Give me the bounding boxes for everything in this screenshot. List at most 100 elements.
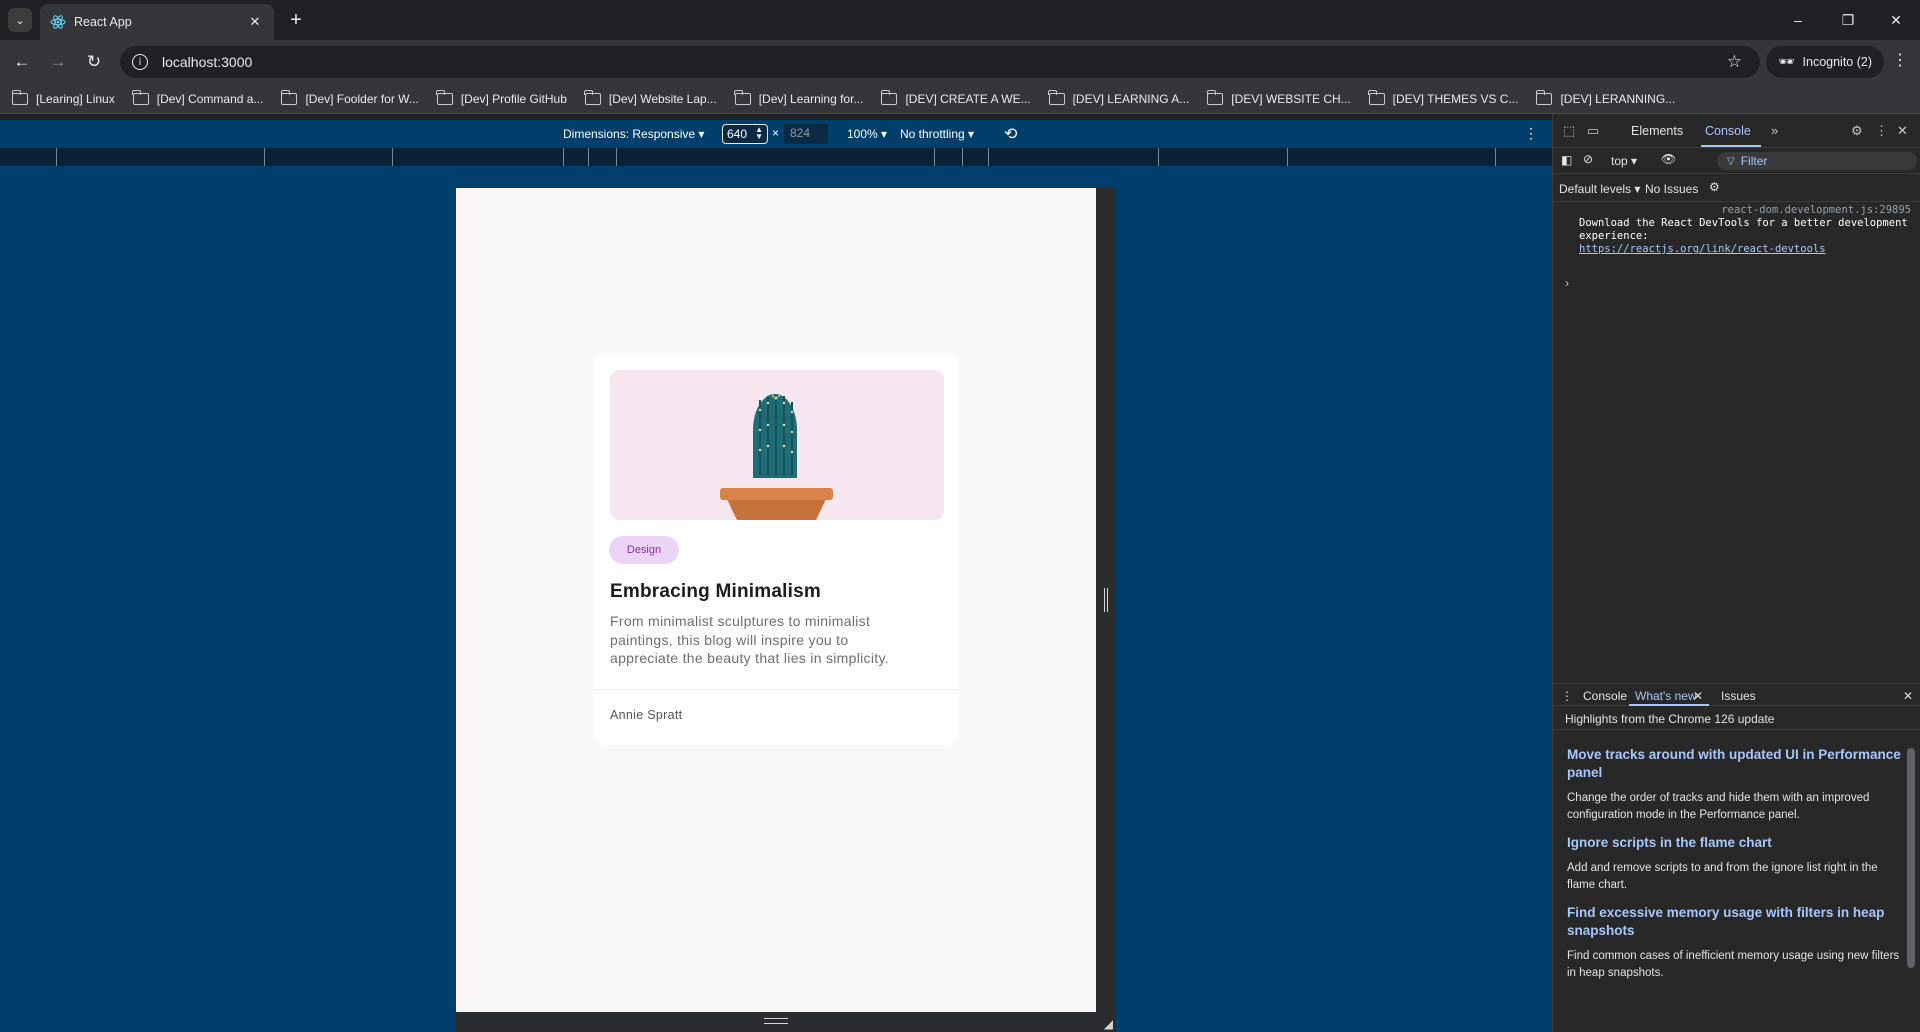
resize-handle-corner[interactable]: ◢ — [1096, 1012, 1116, 1032]
width-input[interactable]: 640 ▲ ▼ — [722, 124, 768, 144]
minimize-button[interactable]: – — [1776, 6, 1820, 34]
close-devtools-icon[interactable]: ✕ — [1897, 123, 1908, 139]
drawer-scrollbar[interactable] — [1905, 734, 1917, 1032]
context-label: top — [1611, 154, 1628, 168]
news-body: Find common cases of inefficient memory … — [1567, 950, 1900, 979]
close-drawer-icon[interactable]: ✕ — [1903, 689, 1913, 703]
ruler-tick — [616, 148, 617, 166]
folder-icon — [584, 89, 601, 105]
bookmark-folder[interactable]: [Dev] Command a... — [132, 89, 263, 106]
more-options-icon[interactable]: ⋮ — [1524, 125, 1538, 142]
ruler-tick — [934, 148, 935, 166]
news-title-link[interactable]: Ignore scripts in the flame chart — [1567, 834, 1907, 852]
media-query-ruler[interactable] — [0, 148, 1552, 166]
folder-icon — [734, 89, 751, 105]
ruler-tick — [392, 148, 393, 166]
new-tab-button[interactable]: + — [284, 8, 308, 32]
blog-card: Design Embracing Minimalism From minimal… — [593, 353, 959, 745]
more-tabs-icon[interactable]: » — [1771, 123, 1778, 138]
console-settings-gear-icon[interactable]: ⚙ — [1709, 180, 1720, 194]
bookmark-folder[interactable]: [DEV] CREATE A WE... — [880, 89, 1031, 106]
close-window-button[interactable]: ✕ — [1874, 6, 1918, 34]
close-whats-new-icon[interactable]: ✕ — [1693, 689, 1703, 703]
bookmark-star-icon[interactable]: ☆ — [1727, 52, 1742, 72]
bookmark-folder[interactable]: [DEV] LEARNING A... — [1048, 89, 1189, 106]
ruler-tick — [1287, 148, 1288, 166]
sidebar-toggle-icon[interactable]: ◧ — [1561, 153, 1572, 167]
message-source-link[interactable]: react-dom.development.js:29895 — [1579, 204, 1911, 217]
clear-console-icon[interactable]: ⊘ — [1583, 152, 1593, 166]
rotate-icon[interactable]: ⟲ — [1004, 124, 1017, 144]
filter-placeholder: Filter — [1740, 154, 1768, 168]
news-title-link[interactable]: Move tracks around with updated UI in Pe… — [1567, 746, 1907, 782]
bookmark-folder[interactable]: [DEV] LERANNING... — [1535, 89, 1676, 106]
folder-icon — [280, 89, 298, 105]
close-tab-icon[interactable]: ✕ — [246, 14, 264, 30]
ruler-tick — [264, 148, 265, 166]
console-prompt-icon[interactable]: › — [1565, 276, 1569, 290]
bookmark-label: [DEV] LERANNING... — [1560, 91, 1676, 106]
forward-button[interactable]: → — [46, 50, 70, 74]
bookmark-folder[interactable]: [Dev] Profile GitHub — [436, 89, 567, 106]
drawer-tab-console[interactable]: Console — [1583, 689, 1627, 703]
tab-console[interactable]: Console — [1705, 124, 1751, 138]
height-input[interactable]: 824 — [784, 124, 828, 144]
scrollbar-thumb[interactable] — [1907, 748, 1915, 968]
context-selector[interactable]: top ▾ — [1611, 154, 1637, 168]
devtools-tabbar: ⬚ ▭ Elements Console » ⚙ ⋮ ✕ — [1553, 114, 1920, 148]
news-title-link[interactable]: Find excessive memory usage with filters… — [1567, 904, 1907, 940]
site-info-icon[interactable]: i — [132, 54, 148, 70]
bookmark-label: [Learing] Linux — [36, 91, 115, 106]
address-bar[interactable]: i localhost:3000 ☆ — [120, 46, 1760, 78]
card-author: Annie Spratt — [610, 708, 683, 722]
tab-elements[interactable]: Elements — [1631, 124, 1683, 138]
reload-button[interactable]: ↻ — [82, 50, 106, 74]
throttling-dropdown[interactable]: No throttling ▾ — [900, 127, 974, 141]
bookmark-folder[interactable]: [DEV] THEMES VS C... — [1368, 89, 1518, 106]
devtools-drawer: ⋮ Console What's new ✕ Issues ✕ Highligh… — [1553, 683, 1920, 1032]
device-toggle-icon[interactable]: ▭ — [1587, 123, 1599, 139]
dimensions-label: Dimensions: Responsive — [563, 127, 696, 141]
zoom-dropdown[interactable]: 100% ▾ — [847, 127, 887, 141]
folder-icon — [1368, 89, 1385, 105]
bookmark-folder[interactable]: [Learing] Linux — [11, 89, 115, 106]
url-text[interactable]: localhost:3000 — [162, 54, 252, 70]
dimensions-dropdown[interactable]: Dimensions: Responsive ▾ — [563, 127, 704, 141]
settings-gear-icon[interactable]: ⚙ — [1851, 123, 1863, 139]
drawer-tab-whats-new[interactable]: What's new — [1635, 689, 1697, 703]
news-item: Ignore scripts in the flame chart Add an… — [1567, 834, 1907, 894]
issues-counter[interactable]: No Issues — [1645, 182, 1698, 196]
card-description: From minimalist sculptures to minimalist… — [610, 613, 889, 666]
browser-menu-icon[interactable]: ⋮ — [1890, 50, 1910, 70]
filter-input[interactable]: ▽ Filter — [1717, 152, 1917, 170]
resize-handle-bottom[interactable] — [456, 1012, 1096, 1032]
inspect-element-icon[interactable]: ⬚ — [1563, 123, 1575, 139]
bookmark-folder[interactable]: [Dev] Website Lap... — [584, 89, 717, 106]
back-button[interactable]: ← — [10, 50, 34, 74]
bookmark-folder[interactable]: [Dev] Foolder for W... — [280, 89, 419, 106]
bookmark-folder[interactable]: [DEV] WEBSITE CH... — [1206, 89, 1351, 106]
drawer-menu-icon[interactable]: ⋮ — [1561, 689, 1573, 703]
incognito-button[interactable]: 🕶 Incognito (2) — [1766, 46, 1884, 78]
devtools-menu-icon[interactable]: ⋮ — [1875, 123, 1888, 139]
ruler-tick — [1158, 148, 1159, 166]
spinner-icon[interactable]: ▲ ▼ — [755, 126, 763, 141]
filter-funnel-icon: ▽ — [1727, 155, 1735, 167]
ruler-tick — [988, 148, 989, 166]
bookmark-label: [Dev] Foolder for W... — [305, 91, 419, 106]
drawer-tab-issues[interactable]: Issues — [1721, 689, 1756, 703]
bookmark-folder[interactable]: [Dev] Learning for... — [734, 89, 863, 106]
tab-strip: ⌄ React App ✕ + – ❐ ✕ — [0, 0, 1920, 40]
levels-dropdown[interactable]: Default levels ▾ — [1559, 182, 1640, 196]
category-tag[interactable]: Design — [609, 536, 679, 564]
browser-tab[interactable]: React App ✕ — [40, 4, 274, 40]
devtools-link[interactable]: https://reactjs.org/link/react-devtools — [1579, 243, 1826, 255]
browser-toolbar: ← → ↻ i localhost:3000 ☆ 🕶 Incognito (2) — [0, 40, 1920, 84]
folder-icon — [436, 89, 453, 105]
bookmark-label: [DEV] CREATE A WE... — [905, 91, 1031, 106]
live-expression-eye-icon[interactable]: 👁 — [1661, 152, 1676, 166]
restore-button[interactable]: ❐ — [1826, 6, 1870, 34]
tab-search-button[interactable]: ⌄ — [8, 8, 32, 32]
reload-icon: ↻ — [86, 52, 102, 71]
resize-handle-right[interactable] — [1096, 188, 1116, 1032]
